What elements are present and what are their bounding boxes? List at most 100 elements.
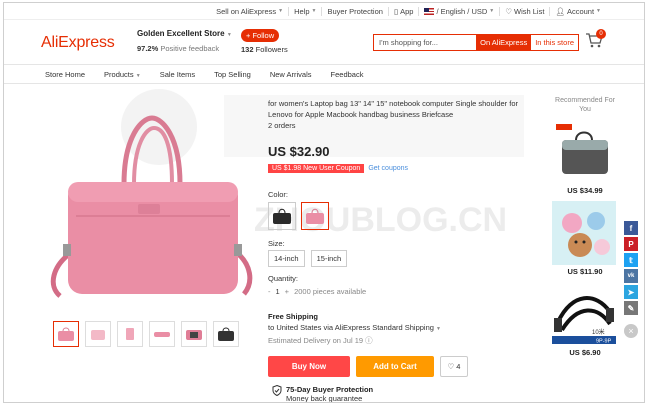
svg-text:10米: 10米 <box>592 328 605 336</box>
thumbnail-strip <box>53 321 239 347</box>
quantity-increase-button[interactable]: + <box>285 287 289 296</box>
follow-button[interactable]: + Follow <box>241 29 280 42</box>
get-coupons-link[interactable]: Get coupons <box>368 165 408 172</box>
chevron-down-icon: ▼ <box>489 8 495 14</box>
cart-count-badge: 0 <box>596 29 606 39</box>
telegram-share-icon[interactable]: ➤ <box>624 285 638 299</box>
color-label: Color: <box>268 190 289 199</box>
plush-toys-image <box>552 201 616 265</box>
quantity-label: Quantity: <box>268 274 299 283</box>
followers-count: 132 Followers <box>241 45 288 54</box>
quantity-stepper: - 1 + 2000 pieces available <box>268 287 366 296</box>
top-bar: Sell on AliExpress ▼ Help ▼ Buyer Protecti… <box>4 3 644 19</box>
recommended-heading: Recommended For You <box>555 97 615 113</box>
recommended-panel: Recommended For You US $34.99 US $11.90 <box>550 96 620 357</box>
language-currency-selector[interactable]: / English / USD ▼ <box>418 6 499 16</box>
shipping-route[interactable]: to United States via AliExpress Standard… <box>268 322 488 335</box>
color-option-black[interactable] <box>268 202 296 230</box>
color-option-pink[interactable] <box>301 202 329 230</box>
buyer-protection-title: 75-Day Buyer Protection <box>286 385 374 394</box>
share-bar: f P 𝕥 vk ➤ ✎ <box>624 221 638 315</box>
store-header: AliExpress Golden Excellent Store ▼ 97.2… <box>4 19 644 63</box>
purchase-actions: Buy Now Add to Cart ♡ 4 <box>268 356 468 377</box>
product-main-image[interactable] <box>46 96 258 308</box>
estimated-delivery: Estimated Delivery on Jul 19 ⓘ <box>268 336 373 345</box>
thumbnail[interactable] <box>181 321 207 347</box>
available-pieces: 2000 pieces available <box>294 287 367 296</box>
product-title: for women's Laptop bag 13" 14" 15" noteb… <box>268 99 518 119</box>
search-bar: I'm shopping for... On AliExpress In thi… <box>373 34 579 51</box>
recommended-item-image[interactable] <box>552 201 616 265</box>
help-link[interactable]: Help ▼ <box>288 6 321 16</box>
thumbnail[interactable] <box>85 321 111 347</box>
add-to-cart-button[interactable]: Add to Cart <box>356 356 434 377</box>
free-shipping-label: Free Shipping <box>268 312 319 321</box>
nav-feedback[interactable]: Feedback <box>331 70 364 79</box>
coupon-row: US $1.98 New User Coupon Get coupons <box>268 164 408 173</box>
app-link[interactable]: ▯ App <box>387 6 419 16</box>
size-option-14[interactable]: 14-inch <box>268 250 305 267</box>
order-count: 2 orders <box>268 121 296 130</box>
buyer-protection: 75-Day Buyer Protection Money back guara… <box>272 384 374 402</box>
store-feedback: 97.2% Positive feedback <box>137 44 220 53</box>
shipping-info: Free Shipping to United States via AliEx… <box>268 311 488 346</box>
store-nav: Store Home Products ▼ Sale Items Top Sel… <box>4 64 644 84</box>
store-name[interactable]: Golden Excellent Store ▼ <box>137 29 232 38</box>
chevron-down-icon: ▼ <box>226 32 232 38</box>
thumbnail[interactable] <box>53 321 79 347</box>
nav-top-selling[interactable]: Top Selling <box>214 70 251 79</box>
nav-new-arrivals[interactable]: New Arrivals <box>270 70 312 79</box>
search-on-aliexpress-button[interactable]: On AliExpress <box>476 35 532 50</box>
account-link[interactable]: 👤︎ Account ▼ <box>549 6 606 16</box>
store-info: Golden Excellent Store ▼ 97.2% Positive … <box>137 29 232 53</box>
sell-link[interactable]: Sell on AliExpress ▼ <box>211 7 288 16</box>
thumbnail[interactable] <box>149 321 175 347</box>
heart-icon: ♡ <box>505 6 512 16</box>
recommended-item-price[interactable]: US $6.90 <box>550 348 620 357</box>
close-share-icon[interactable]: × <box>624 324 638 338</box>
search-input[interactable]: I'm shopping for... <box>374 35 476 50</box>
follow-block: + Follow 132 Followers <box>241 29 288 54</box>
thumbnail[interactable] <box>213 321 239 347</box>
chevron-down-icon: ▼ <box>278 8 284 14</box>
heart-icon: ♡ <box>447 362 455 371</box>
buyer-protection-link[interactable]: Buyer Protection <box>321 6 387 16</box>
pink-laptop-bag-image <box>50 115 253 298</box>
cable-image: 10米 9P-9P <box>552 296 616 345</box>
aliexpress-logo[interactable]: AliExpress <box>41 34 115 52</box>
chevron-down-icon: ▼ <box>436 326 441 332</box>
user-icon: 👤︎ <box>555 6 565 16</box>
color-options <box>268 202 329 230</box>
thumbnail[interactable] <box>117 321 143 347</box>
wishlist-link[interactable]: ♡ Wish List <box>499 6 549 16</box>
phone-icon: ▯ <box>393 6 399 16</box>
facebook-share-icon[interactable]: f <box>624 221 638 235</box>
recommended-item-image[interactable]: 10米 9P-9P <box>552 282 616 346</box>
quantity-decrease-button[interactable]: - <box>268 287 271 296</box>
cart-button[interactable]: 0 <box>585 29 606 51</box>
browser-page: Sell on AliExpress ▼ Help ▼ Buyer Protecti… <box>3 2 645 403</box>
add-to-wishlist-button[interactable]: ♡ 4 <box>440 356 468 377</box>
recommended-item-image[interactable] <box>552 120 616 184</box>
recommended-item-price[interactable]: US $11.90 <box>550 267 620 276</box>
pinterest-share-icon[interactable]: P <box>624 237 638 251</box>
vk-share-icon[interactable]: vk <box>624 269 638 283</box>
help-icon: ⓘ <box>365 336 373 345</box>
nav-products[interactable]: Products ▼ <box>104 70 141 79</box>
svg-text:9P-9P: 9P-9P <box>596 339 612 345</box>
search-in-store-button[interactable]: In this store <box>531 35 578 50</box>
nav-sale-items[interactable]: Sale Items <box>160 70 195 79</box>
quantity-value[interactable]: 1 <box>276 287 280 296</box>
nav-store-home[interactable]: Store Home <box>45 70 85 79</box>
size-option-15[interactable]: 15-inch <box>310 250 348 267</box>
us-flag-icon <box>424 7 435 15</box>
edit-icon[interactable]: ✎ <box>624 301 638 315</box>
new-user-coupon-badge: US $1.98 New User Coupon <box>268 164 365 173</box>
chevron-down-icon: ▼ <box>311 8 317 14</box>
chevron-down-icon: ▼ <box>135 72 141 79</box>
product-price: US $32.90 <box>268 144 330 159</box>
buy-now-button[interactable]: Buy Now <box>268 356 350 377</box>
recommended-item-price[interactable]: US $34.99 <box>550 186 620 195</box>
size-options: 14-inch 15-inch <box>268 250 348 267</box>
twitter-share-icon[interactable]: 𝕥 <box>624 253 638 267</box>
